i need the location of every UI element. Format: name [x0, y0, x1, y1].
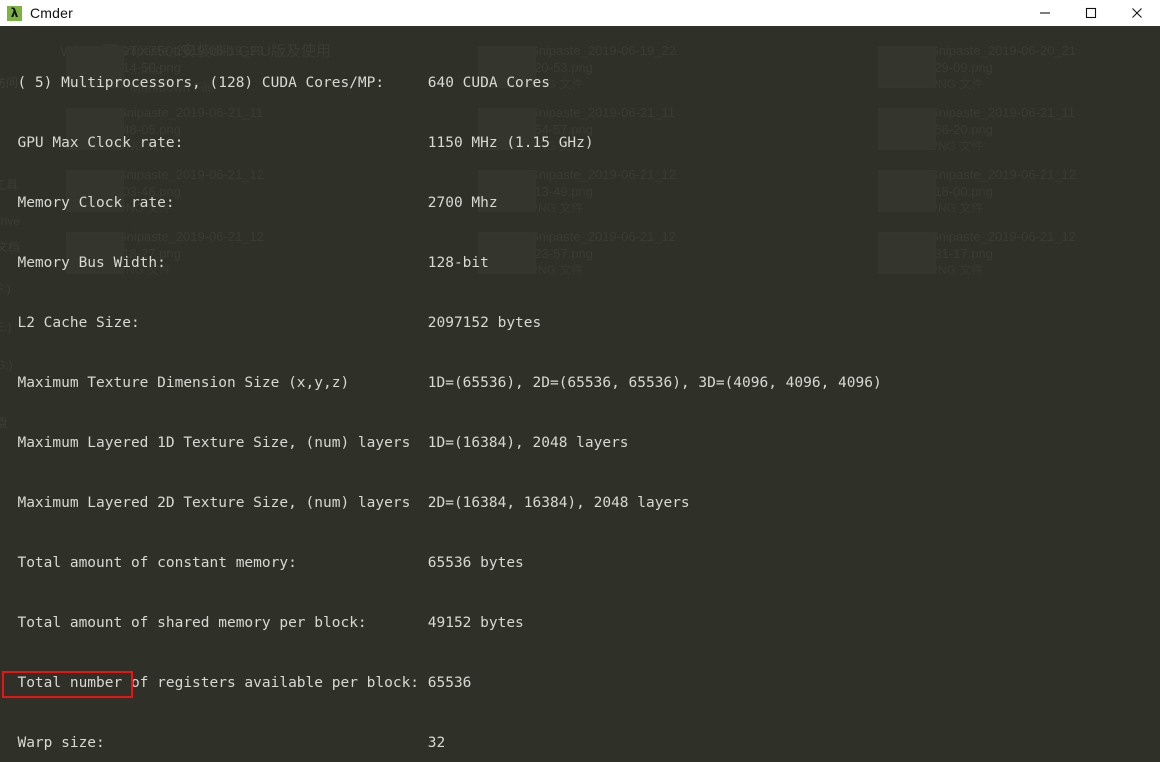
- terminal-line: Total amount of shared memory per block:…: [0, 615, 524, 631]
- terminal-line: Memory Bus Width: 128-bit: [0, 255, 489, 271]
- maximize-button[interactable]: [1068, 0, 1114, 26]
- terminal-line: Maximum Layered 1D Texture Size, (num) l…: [0, 435, 629, 451]
- terminal-line: Total amount of constant memory: 65536 b…: [0, 555, 524, 571]
- terminal-line: Total number of registers available per …: [0, 675, 472, 691]
- terminal-line: ( 5) Multiprocessors, (128) CUDA Cores/M…: [0, 75, 550, 91]
- close-button[interactable]: [1114, 0, 1160, 26]
- cmder-window: Win10下GTX750ti安装dlib GPU版及使用 ....md Mark…: [0, 0, 1160, 762]
- terminal-output[interactable]: ( 5) Multiprocessors, (128) CUDA Cores/M…: [0, 26, 1160, 762]
- terminal-line: L2 Cache Size: 2097152 bytes: [0, 315, 542, 331]
- terminal-line: Warp size: 32: [0, 735, 446, 751]
- window-controls: [1022, 0, 1160, 26]
- lambda-icon: λ: [7, 5, 22, 21]
- terminal-line: Memory Clock rate: 2700 Mhz: [0, 195, 498, 211]
- title-bar[interactable]: λ Cmder: [0, 0, 1160, 26]
- minimize-button[interactable]: [1022, 0, 1068, 26]
- window-title: Cmder: [30, 5, 74, 21]
- terminal-line: Maximum Layered 2D Texture Size, (num) l…: [0, 495, 690, 511]
- terminal-line: Maximum Texture Dimension Size (x,y,z) 1…: [0, 375, 882, 391]
- terminal-line: GPU Max Clock rate: 1150 MHz (1.15 GHz): [0, 135, 594, 151]
